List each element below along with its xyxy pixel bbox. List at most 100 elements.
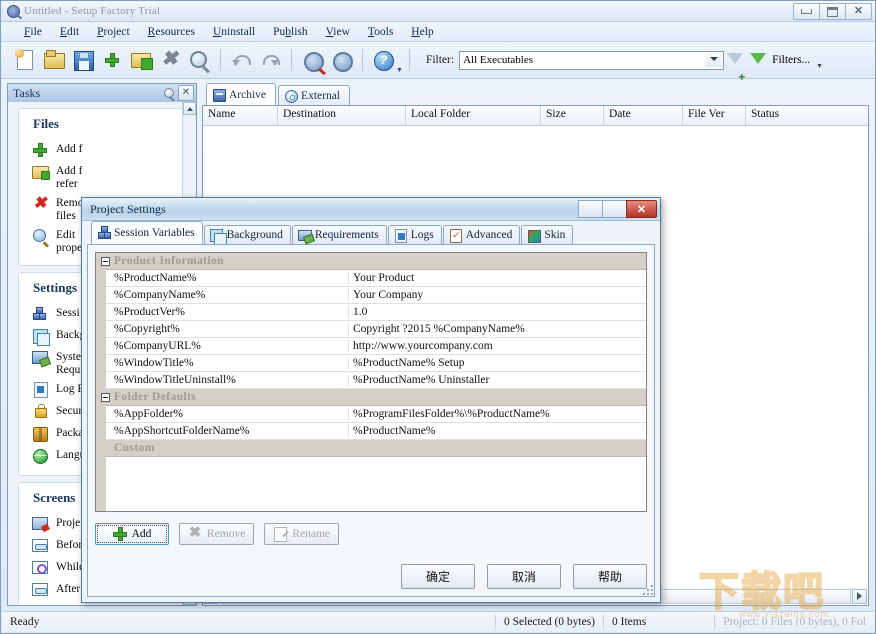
- grid-row[interactable]: %CompanyName% Your Company: [96, 287, 646, 304]
- open-project-button[interactable]: [40, 47, 67, 74]
- filters-button[interactable]: [748, 47, 768, 74]
- menu-edit[interactable]: Edit: [51, 24, 88, 40]
- tab-requirements[interactable]: Requirements: [292, 225, 387, 244]
- remove-button[interactable]: ✖ Remove: [179, 523, 254, 545]
- toolbar-overflow-icon[interactable]: ▼: [396, 67, 403, 74]
- undo-button[interactable]: [227, 47, 254, 74]
- variable-value[interactable]: Your Product: [349, 272, 646, 284]
- grid-category-row[interactable]: Folder Defaults: [96, 389, 646, 406]
- grid-row[interactable]: %WindowTitleUninstall% %ProductName% Uni…: [96, 372, 646, 389]
- variable-value[interactable]: %ProductName% Uninstaller: [349, 374, 646, 386]
- progress-screen-icon: [31, 559, 49, 577]
- menu-uninstall[interactable]: Uninstall: [204, 24, 264, 40]
- tab-logs[interactable]: Logs: [388, 225, 442, 244]
- settings-button[interactable]: [327, 47, 354, 74]
- rename-button-label: Rename: [292, 528, 330, 540]
- grid-row[interactable]: %AppFolder% %ProgramFilesFolder%\%Produc…: [96, 406, 646, 423]
- category-label: Custom: [114, 442, 155, 454]
- add-folder-button[interactable]: [127, 47, 154, 74]
- find-button[interactable]: [185, 47, 212, 74]
- chevron-down-icon[interactable]: [706, 52, 722, 67]
- help-button[interactable]: 帮助: [573, 564, 647, 589]
- filter-combo[interactable]: All Executables: [459, 51, 724, 70]
- tab-advanced[interactable]: ✓ Advanced: [443, 225, 521, 244]
- tab-archive[interactable]: Archive: [206, 83, 276, 105]
- scroll-right-button[interactable]: [852, 589, 867, 604]
- grid-row[interactable]: %WindowTitle% %ProductName% Setup: [96, 355, 646, 372]
- help-button[interactable]: ?: [369, 47, 396, 74]
- new-document-icon: [13, 48, 37, 72]
- dialog-screen-icon: [31, 581, 49, 599]
- column-destination[interactable]: Destination: [278, 106, 406, 125]
- menu-publish[interactable]: Publish: [264, 24, 317, 40]
- menu-resources[interactable]: Resources: [139, 24, 204, 40]
- grid-category-row[interactable]: Custom: [96, 440, 646, 457]
- tab-background[interactable]: Background: [204, 225, 291, 244]
- column-name[interactable]: Name: [203, 106, 278, 125]
- task-add-files[interactable]: Add f: [19, 139, 185, 161]
- menu-tools[interactable]: Tools: [359, 24, 402, 40]
- add-file-button[interactable]: [98, 47, 125, 74]
- grid-row[interactable]: %Copyright% Copyright ?2015 %CompanyName…: [96, 321, 646, 338]
- tab-session-variables[interactable]: Session Variables: [91, 221, 203, 244]
- menu-help[interactable]: Help: [402, 24, 442, 40]
- ok-button[interactable]: 确定: [401, 564, 475, 589]
- close-button[interactable]: ✕: [845, 3, 872, 20]
- session-variables-grid[interactable]: Product Information %ProductName% Your P…: [95, 252, 647, 512]
- dialog-minimize-button[interactable]: [578, 200, 603, 218]
- maximize-button[interactable]: [819, 3, 846, 20]
- variable-value[interactable]: Your Company: [349, 289, 646, 301]
- rename-button[interactable]: Rename: [264, 523, 339, 545]
- tab-skin[interactable]: Skin: [521, 225, 573, 244]
- column-status[interactable]: Status: [746, 106, 809, 125]
- language-globe-icon: [31, 447, 49, 465]
- column-size[interactable]: Size: [541, 106, 604, 125]
- category-label: Folder Defaults: [114, 391, 196, 403]
- redo-button[interactable]: [256, 47, 283, 74]
- dialog-maximize-button[interactable]: [602, 200, 627, 218]
- tab-external[interactable]: External: [278, 85, 350, 105]
- cancel-button[interactable]: 取消: [487, 564, 561, 589]
- system-requirements-icon: [298, 229, 311, 242]
- task-label: Add f: [56, 141, 83, 156]
- add-button[interactable]: Add: [95, 523, 169, 545]
- column-date[interactable]: Date: [604, 106, 683, 125]
- delete-button[interactable]: ✖: [156, 47, 183, 74]
- task-label: Sessi: [56, 305, 80, 320]
- scroll-up-button[interactable]: [183, 102, 196, 115]
- menu-view[interactable]: View: [317, 24, 359, 40]
- grid-gutter: [96, 253, 106, 511]
- variable-value[interactable]: 1.0: [349, 306, 646, 318]
- new-project-button[interactable]: [11, 47, 38, 74]
- variable-value[interactable]: %ProductName% Setup: [349, 357, 646, 369]
- variable-value[interactable]: %ProgramFilesFolder%\%ProductName%: [349, 408, 646, 420]
- external-disc-icon: [284, 89, 297, 102]
- menu-project[interactable]: Project: [88, 24, 139, 40]
- save-project-button[interactable]: [69, 47, 96, 74]
- close-icon[interactable]: ✕: [178, 85, 194, 101]
- variable-value[interactable]: %ProductName%: [349, 425, 646, 437]
- build-settings-button[interactable]: [298, 47, 325, 74]
- grid-category-row[interactable]: Product Information: [96, 253, 646, 270]
- dialog-resize-grip[interactable]: [641, 583, 653, 595]
- window-titlebar: Untitled - Setup Factory Trial ✕: [1, 1, 875, 22]
- menu-file[interactable]: FFileile: [15, 24, 51, 40]
- filters-overflow-icon[interactable]: ▼: [816, 63, 823, 70]
- grid-row[interactable]: %CompanyURL% http://www.yourcompany.com: [96, 338, 646, 355]
- grid-row[interactable]: %ProductVer% 1.0: [96, 304, 646, 321]
- task-add-files-reference[interactable]: Add frefer: [19, 161, 185, 193]
- menubar: FFileile Edit Project Resources Uninstal…: [1, 22, 875, 42]
- column-file-ver[interactable]: File Ver: [683, 106, 746, 125]
- variable-value[interactable]: http://www.yourcompany.com: [349, 340, 646, 352]
- close-icon: ✕: [637, 203, 646, 216]
- pin-icon[interactable]: [162, 86, 176, 100]
- grid-row[interactable]: %ProductName% Your Product: [96, 270, 646, 287]
- dialog-screen-icon: [31, 537, 49, 555]
- variable-value[interactable]: Copyright ?2015 %CompanyName%: [349, 323, 646, 335]
- minimize-button[interactable]: [793, 3, 820, 20]
- column-local-folder[interactable]: Local Folder: [406, 106, 541, 125]
- add-filter-button[interactable]: [724, 47, 746, 74]
- grid-row[interactable]: %AppShortcutFolderName% %ProductName%: [96, 423, 646, 440]
- dialog-close-button[interactable]: ✕: [626, 200, 657, 218]
- filters-label[interactable]: Filters...: [772, 54, 810, 66]
